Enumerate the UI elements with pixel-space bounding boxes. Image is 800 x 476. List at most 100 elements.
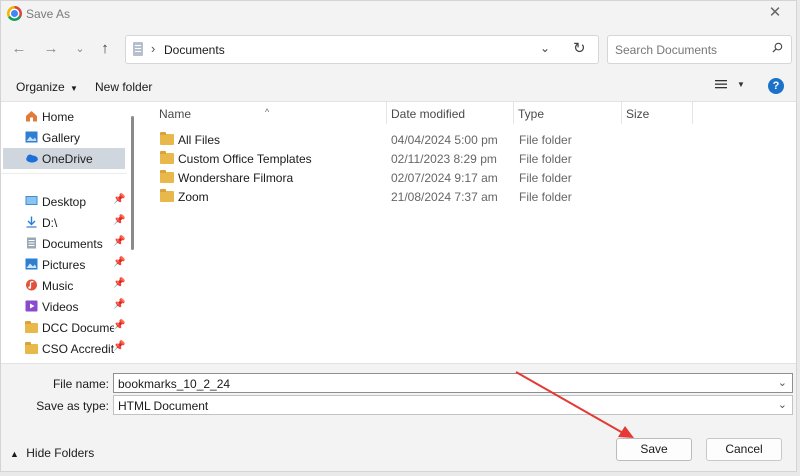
file-row[interactable]: Zoom 21/08/2024 7:37 am File folder: [141, 187, 791, 206]
desktop-icon: [25, 196, 38, 205]
folder-icon: [160, 132, 174, 145]
document-location-icon: [133, 42, 143, 56]
sidebar-item-desktop[interactable]: Desktop 📌: [3, 191, 125, 212]
sidebar-item-onedrive[interactable]: OneDrive: [3, 148, 125, 169]
sidebar-item-cso-accreditation[interactable]: CSO Accredita 📌: [3, 338, 125, 359]
file-type: File folder: [519, 152, 572, 166]
refresh-icon[interactable]: ↻: [573, 39, 586, 57]
save-as-dialog: Save As ✕ ← → ⌄ ↑ › Documents ⌄ ↻ Search…: [0, 0, 797, 472]
close-icon[interactable]: ✕: [766, 4, 784, 22]
search-placeholder: Search Documents: [615, 43, 718, 57]
save-as-type-select[interactable]: HTML Document ⌄: [113, 395, 793, 415]
sidebar-item-label: Pictures: [42, 258, 86, 272]
address-bar[interactable]: › Documents ⌄ ↻: [125, 35, 599, 64]
organize-button[interactable]: Organize ▼: [16, 80, 78, 94]
navigation-bar: ← → ⌄ ↑ › Documents ⌄ ↻ Search Documents: [1, 27, 796, 71]
column-header-name-label: Name: [159, 107, 192, 121]
sidebar-item-label: D:\: [42, 216, 58, 230]
videos-icon: [25, 300, 38, 312]
navigation-pane: Home Gallery OneDrive Desktop 📌 D:\ 📌 Do…: [1, 102, 137, 363]
sort-ascending-icon: ^: [265, 107, 270, 117]
save-as-type-label: Save as type:: [36, 399, 109, 413]
file-name: All Files: [178, 133, 221, 147]
save-form: File name: bookmarks_10_2_24 ⌄ Save as t…: [1, 363, 796, 471]
sidebar-item-home[interactable]: Home: [3, 106, 125, 127]
search-icon: [772, 42, 783, 53]
pin-icon: 📌: [113, 257, 126, 268]
sidebar-item-label: Desktop: [42, 195, 87, 209]
organize-dropdown-icon: ▼: [70, 84, 78, 93]
file-row[interactable]: Wondershare Filmora 02/07/2024 9:17 am F…: [141, 168, 791, 187]
breadcrumb-documents[interactable]: Documents: [164, 43, 225, 57]
column-header-type-label: Type: [518, 107, 545, 121]
sidebar-item-dcc-documents[interactable]: DCC Documen 📌: [3, 317, 125, 338]
file-name: Custom Office Templates: [178, 152, 312, 166]
cancel-button[interactable]: Cancel: [706, 438, 782, 461]
folder-icon: [160, 170, 174, 183]
pin-icon: 📌: [113, 194, 126, 205]
column-divider[interactable]: [692, 102, 693, 124]
forward-arrow-icon[interactable]: →: [42, 39, 60, 59]
sidebar-item-label: Home: [42, 110, 75, 124]
title-bar: Save As ✕: [1, 1, 796, 27]
file-date: 02/07/2024 9:17 am: [391, 171, 498, 185]
navigation-pane-scrollbar[interactable]: [131, 116, 134, 250]
sidebar-item-label: Music: [42, 279, 74, 293]
sidebar-item-d-drive[interactable]: D:\ 📌: [3, 212, 125, 233]
sidebar-item-pictures[interactable]: Pictures 📌: [3, 254, 125, 275]
pictures-icon: [25, 258, 38, 270]
search-input[interactable]: Search Documents: [607, 35, 792, 64]
save-as-type-dropdown-icon[interactable]: ⌄: [778, 398, 787, 411]
chevron-up-icon: ▲: [10, 449, 19, 459]
file-type: File folder: [519, 190, 572, 204]
home-icon: [26, 111, 37, 122]
sidebar-item-videos[interactable]: Videos 📌: [3, 296, 125, 317]
folder-icon: [160, 189, 174, 202]
column-header-name[interactable]: Name ^: [141, 102, 386, 126]
list-view-icon: [715, 80, 727, 89]
download-icon: [26, 216, 37, 228]
folder-icon: [160, 151, 174, 164]
column-header-size-label: Size: [626, 107, 650, 121]
folder-icon: [25, 342, 38, 354]
sidebar-item-label: Documents: [42, 237, 103, 251]
column-header-date[interactable]: Date modified: [387, 102, 513, 126]
command-toolbar: Organize ▼ New folder ▼ ?: [1, 71, 796, 102]
sidebar-item-documents[interactable]: Documents 📌: [3, 233, 125, 254]
view-options-button[interactable]: ▼: [715, 79, 745, 93]
new-folder-button[interactable]: New folder: [95, 80, 152, 94]
window-title: Save As: [26, 7, 71, 21]
sidebar-item-gallery[interactable]: Gallery: [3, 127, 125, 148]
up-arrow-icon[interactable]: ↑: [96, 39, 114, 59]
back-arrow-icon[interactable]: ←: [10, 39, 28, 59]
column-header-size[interactable]: Size: [622, 102, 692, 126]
file-row[interactable]: Custom Office Templates 02/11/2023 8:29 …: [141, 149, 791, 168]
document-icon: [27, 237, 36, 249]
sidebar-item-label: Videos: [42, 300, 79, 314]
hide-folders-button[interactable]: ▲ Hide Folders: [10, 446, 94, 460]
file-name-value: bookmarks_10_2_24: [118, 377, 231, 391]
save-as-type-value: HTML Document: [118, 399, 209, 413]
recent-locations-chevron-icon[interactable]: ⌄: [71, 39, 89, 59]
sidebar-item-music[interactable]: Music 📌: [3, 275, 125, 296]
file-name-field[interactable]: bookmarks_10_2_24 ⌄: [113, 373, 793, 393]
folder-icon: [25, 321, 38, 333]
file-type: File folder: [519, 133, 572, 147]
organize-label: Organize: [16, 80, 65, 94]
save-button[interactable]: Save: [616, 438, 692, 461]
sidebar-item-label: CSO Accredita: [42, 342, 114, 356]
sidebar-item-label: Gallery: [42, 131, 81, 145]
pin-icon: 📌: [113, 278, 126, 289]
pin-icon: 📌: [113, 299, 126, 310]
pin-icon: 📌: [113, 215, 126, 226]
column-header-type[interactable]: Type: [514, 102, 621, 126]
address-dropdown-icon[interactable]: ⌄: [540, 41, 550, 55]
column-header-date-label: Date modified: [391, 107, 466, 121]
file-name-dropdown-icon[interactable]: ⌄: [778, 376, 787, 389]
sidebar-item-label: DCC Documen: [42, 321, 114, 335]
help-icon[interactable]: ?: [768, 78, 784, 94]
hide-folders-label: Hide Folders: [26, 446, 95, 460]
file-type: File folder: [519, 171, 572, 185]
file-name-label: File name:: [52, 377, 109, 391]
file-row[interactable]: All Files 04/04/2024 5:00 pm File folder: [141, 130, 791, 149]
